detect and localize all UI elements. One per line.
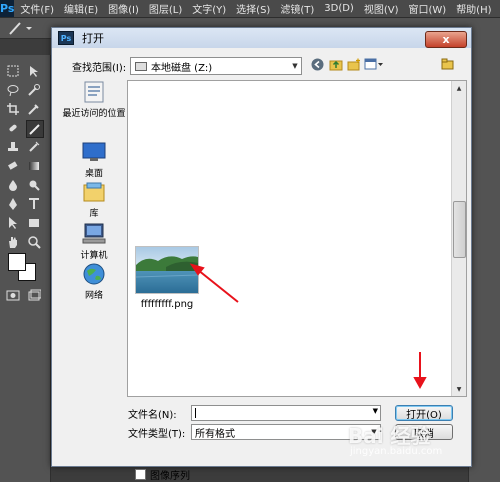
new-folder-icon[interactable] [346, 57, 361, 72]
baidu-watermark-url: jingyan.baidu.com [350, 446, 443, 457]
move-tool-icon[interactable] [26, 63, 42, 79]
open-dialog: Ps 打开 x 查找范围(I): 本地磁盘 (Z:) ▼ 最近访问的位置 桌面 [51, 27, 472, 482]
marquee-tool-icon[interactable] [5, 63, 21, 79]
landscape-thumbnail-image [136, 247, 198, 293]
menu-3d[interactable]: 3D(D) [324, 3, 354, 14]
eyedropper-icon[interactable] [26, 101, 42, 117]
file-list[interactable]: fffffffff.png ▲ ▼ [127, 80, 467, 397]
menu-help[interactable]: 帮助(H) [456, 1, 491, 16]
brush-preset-icon[interactable] [6, 19, 36, 37]
network-icon [83, 263, 105, 285]
gradient-tool-icon[interactable] [26, 158, 42, 174]
blur-tool-icon[interactable] [5, 177, 21, 193]
menu-view[interactable]: 视图(V) [364, 1, 399, 16]
chevron-down-icon[interactable]: ▼ [373, 407, 378, 415]
hand-tool-icon[interactable] [5, 234, 21, 250]
place-libraries[interactable]: 库 [62, 180, 126, 219]
place-label: 桌面 [84, 169, 103, 179]
dodge-tool-icon[interactable] [26, 177, 42, 193]
scroll-up-icon[interactable]: ▲ [454, 83, 464, 93]
up-folder-icon[interactable] [328, 57, 343, 72]
places-bar: 最近访问的位置 桌面 库 计算机 网络 [62, 80, 126, 393]
place-label: 计算机 [80, 251, 108, 261]
zoom-tool-icon[interactable] [26, 234, 42, 250]
menu-window[interactable]: 窗口(W) [408, 1, 446, 16]
image-sequence-option[interactable]: 图像序列 [135, 467, 190, 482]
path-select-icon[interactable] [5, 215, 21, 231]
crop-tool-icon[interactable] [5, 101, 21, 117]
type-tool-icon[interactable] [26, 196, 42, 212]
dialog-title: 打开 [82, 32, 104, 45]
recent-places-icon [84, 81, 104, 103]
scroll-down-icon[interactable]: ▼ [454, 384, 464, 394]
filename-input[interactable]: ▼ [191, 405, 381, 421]
menu-type[interactable]: 文字(Y) [192, 1, 226, 16]
desktop-icon [82, 142, 106, 161]
ps-app-icon: Ps [58, 31, 74, 45]
file-name-label: fffffffff.png [140, 299, 194, 310]
file-list-scrollbar[interactable]: ▲ ▼ [451, 81, 466, 396]
filetype-label: 文件类型(T): [128, 429, 186, 440]
place-label: 库 [89, 209, 99, 219]
baidu-watermark: Bai 经验 [348, 424, 431, 448]
quick-select-icon[interactable] [26, 82, 42, 98]
chevron-down-icon[interactable]: ▼ [289, 59, 301, 73]
close-button[interactable]: x [425, 31, 467, 48]
filetype-value: 所有格式 [195, 428, 235, 440]
place-desktop[interactable]: 桌面 [62, 140, 126, 179]
view-menu-icon[interactable] [364, 57, 384, 72]
place-label: 网络 [84, 291, 103, 301]
filename-label: 文件名(N): [128, 410, 177, 421]
place-network[interactable]: 网络 [62, 262, 126, 301]
look-in-label: 查找范围(I): [72, 63, 127, 74]
nav-toolbar [310, 57, 387, 72]
dialog-body: 查找范围(I): 本地磁盘 (Z:) ▼ 最近访问的位置 桌面 库 计算机 网络… [52, 48, 471, 482]
screen-mode-icon[interactable] [26, 287, 42, 303]
eraser-icon[interactable] [5, 158, 21, 174]
libraries-icon [83, 182, 105, 202]
dialog-titlebar: Ps 打开 x [52, 28, 471, 48]
look-in-value: 本地磁盘 (Z:) [151, 62, 213, 74]
brush-tool-icon[interactable] [26, 120, 44, 138]
menu-file[interactable]: 文件(F) [20, 1, 54, 16]
quick-mask-icon[interactable] [5, 287, 21, 303]
back-icon[interactable] [310, 57, 325, 72]
history-brush-icon[interactable] [26, 139, 42, 155]
pen-tool-icon[interactable] [5, 196, 21, 212]
shape-tool-icon[interactable] [26, 215, 42, 231]
ps-menubar: Ps 文件(F) 编辑(E) 图像(I) 图层(L) 文字(Y) 选择(S) 滤… [0, 0, 500, 18]
ps-right-panel [468, 38, 500, 482]
computer-icon [82, 223, 106, 244]
menu-image[interactable]: 图像(I) [108, 1, 139, 16]
menu-edit[interactable]: 编辑(E) [64, 1, 98, 16]
image-sequence-checkbox[interactable] [135, 469, 146, 480]
folder-icon[interactable] [440, 57, 454, 70]
place-computer[interactable]: 计算机 [62, 222, 126, 261]
look-in-select[interactable]: 本地磁盘 (Z:) ▼ [130, 57, 302, 75]
menu-layer[interactable]: 图层(L) [149, 1, 182, 16]
ps-toolbar [0, 55, 51, 482]
scroll-thumb[interactable] [453, 201, 466, 258]
ps-logo: Ps [0, 0, 15, 17]
ps-menu: 文件(F) 编辑(E) 图像(I) 图层(L) 文字(Y) 选择(S) 滤镜(T… [20, 1, 500, 16]
foreground-color-swatch[interactable] [8, 253, 26, 271]
lasso-tool-icon[interactable] [5, 82, 21, 98]
clone-stamp-icon[interactable] [5, 139, 21, 155]
drive-icon [135, 61, 147, 71]
text-caret [195, 408, 196, 418]
image-sequence-label: 图像序列 [150, 471, 190, 482]
healing-brush-icon[interactable] [5, 120, 21, 136]
place-label: 最近访问的位置 [62, 109, 126, 119]
menu-select[interactable]: 选择(S) [236, 1, 270, 16]
place-recent[interactable]: 最近访问的位置 [62, 80, 126, 119]
menu-filter[interactable]: 滤镜(T) [280, 1, 314, 16]
file-thumbnail[interactable] [135, 246, 199, 294]
open-button[interactable]: 打开(O) [395, 405, 453, 421]
